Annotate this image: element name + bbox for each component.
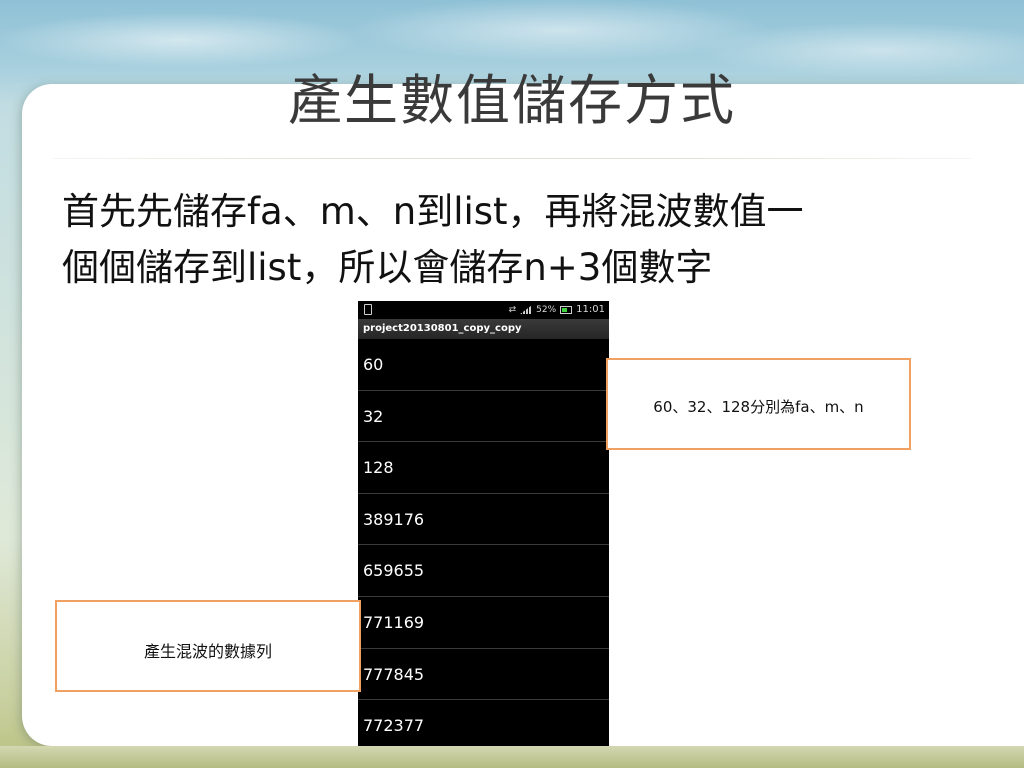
list-item[interactable]: 389176 (358, 494, 609, 546)
callout-params-text: 60、32、128分別為fa、m、n (653, 398, 864, 416)
status-right-group: ⇄ 52% 11:01 (509, 304, 605, 315)
notification-icon (364, 304, 372, 315)
battery-percent: 52% (536, 304, 557, 315)
callout-waveform-data: 產生混波的數據列 (55, 600, 361, 692)
callout-params: 60、32、128分別為fa、m、n (606, 358, 911, 450)
title-divider (52, 158, 972, 159)
bottom-band (0, 746, 1024, 768)
list-item[interactable]: 777845 (358, 649, 609, 701)
list-item[interactable]: 659655 (358, 545, 609, 597)
callout-waveform-text: 產生混波的數據列 (143, 642, 272, 661)
body-line-2: 個個儲存到list，所以會儲存n+3個數字 (62, 246, 713, 289)
body-line-1: 首先先儲存fa、m、n到list，再將混波數值一 (62, 190, 804, 233)
value-list: 60 32 128 389176 659655 771169 777845 77… (358, 339, 609, 746)
slide-title: 產生數值儲存方式 (288, 69, 736, 132)
list-item[interactable]: 772377 (358, 700, 609, 746)
signal-icon (520, 305, 533, 314)
app-title-bar: project20130801_copy_copy (358, 319, 609, 339)
list-item[interactable]: 128 (358, 442, 609, 494)
list-item[interactable]: 32 (358, 391, 609, 443)
status-time: 11:01 (576, 304, 605, 315)
list-item[interactable]: 60 (358, 339, 609, 391)
slide-body-text: 首先先儲存fa、m、n到list，再將混波數值一 個個儲存到list，所以會儲存… (62, 184, 972, 296)
list-item[interactable]: 771169 (358, 597, 609, 649)
sync-icon: ⇄ (508, 304, 517, 315)
battery-icon (560, 305, 573, 314)
phone-screenshot: ⇄ 52% 11:01 project20130801_copy_copy 60… (358, 301, 609, 746)
status-bar: ⇄ 52% 11:01 (358, 301, 609, 319)
